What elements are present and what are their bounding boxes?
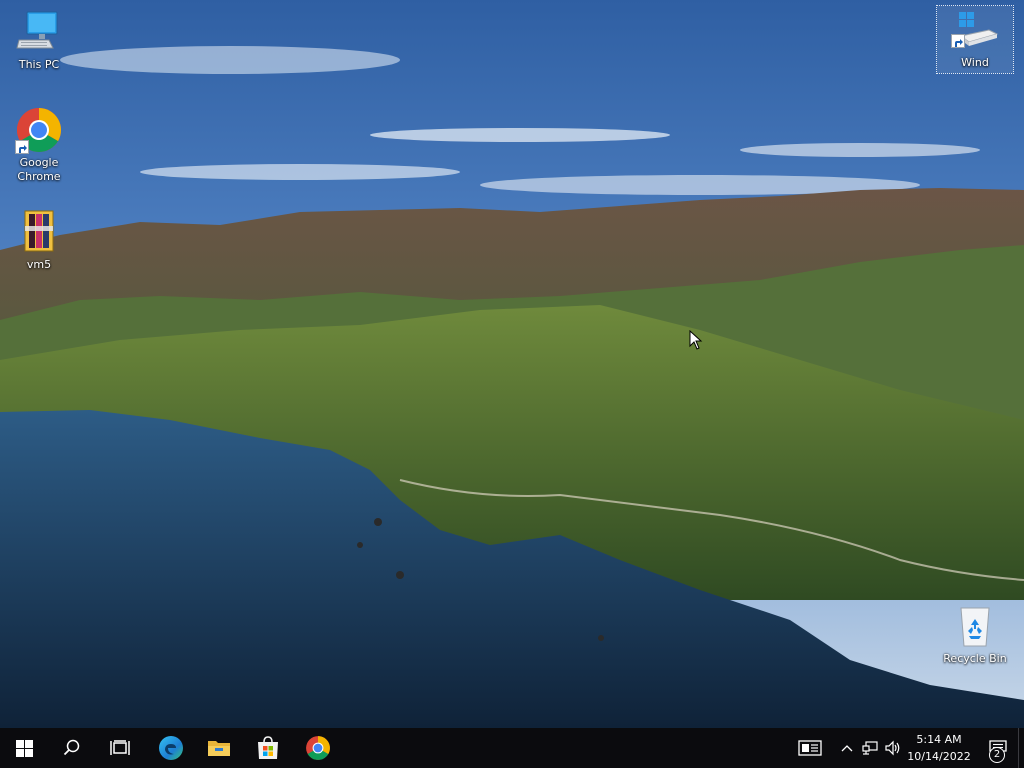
desktop-icon-wind[interactable]: Wind [936,5,1014,74]
windows-logo-icon [15,739,33,757]
show-hidden-icons-button[interactable] [836,728,858,768]
notification-count-badge: 2 [989,747,1005,763]
volume-button[interactable] [882,728,904,768]
mouse-cursor-icon [689,330,703,350]
desktop-icon-google-chrome[interactable]: Google Chrome [1,106,77,184]
network-icon [862,741,878,755]
desktop[interactable]: This PC Google Chrome vm5 Wind Recycle B… [0,0,1024,728]
speaker-icon [885,740,900,756]
recycle-bin-icon [951,602,999,650]
search-button[interactable] [48,728,96,768]
desktop-icon-label: Google Chrome [17,156,61,183]
desktop-icon-recycle-bin[interactable]: Recycle Bin [937,602,1013,666]
edge-icon [159,736,183,760]
task-view-icon [110,740,130,755]
chrome-icon [306,736,330,760]
monitor-icon [15,8,63,56]
desktop-icon-this-pc[interactable]: This PC [1,8,77,72]
microsoft-store-taskbar-button[interactable] [244,728,292,768]
desktop-icon-label: This PC [18,58,60,71]
file-explorer-taskbar-button[interactable] [195,728,243,768]
network-button[interactable] [859,728,881,768]
search-icon [63,739,80,756]
shortcut-arrow-icon [951,34,965,48]
chrome-taskbar-button[interactable] [294,728,342,768]
desktop-icon-label: Recycle Bin [943,652,1007,665]
news-widget-button[interactable] [786,728,834,768]
desktop-icon-label: Wind [961,56,989,69]
clock-date: 10/14/2022 [907,750,971,763]
chrome-icon [15,106,63,154]
folder-icon [208,741,230,756]
wallpaper [0,0,1024,728]
archive-icon [15,208,63,256]
store-icon [258,736,278,759]
clock-time: 5:14 AM [916,733,962,746]
desktop-icon-label: vm5 [26,258,52,271]
shortcut-arrow-icon [15,140,29,154]
taskbar: 5:14 AM 10/14/2022 [0,728,1024,768]
desktop-icon-vm5[interactable]: vm5 [1,208,77,272]
edge-taskbar-button[interactable] [147,728,195,768]
start-button[interactable] [0,728,48,768]
clock[interactable]: 5:14 AM 10/14/2022 [902,731,976,765]
windows-drive-icon [951,6,999,54]
show-desktop-button[interactable] [1018,728,1024,768]
task-view-button[interactable] [96,728,144,768]
chevron-up-icon [841,745,853,752]
news-icon [798,740,822,756]
